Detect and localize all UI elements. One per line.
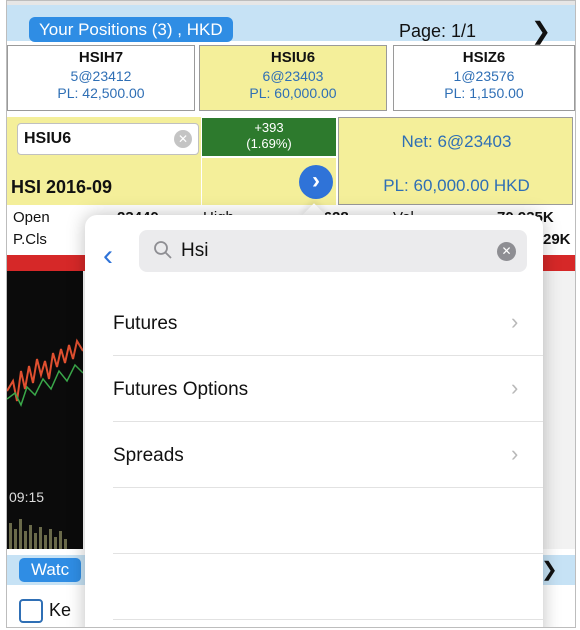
volume-bars (9, 519, 67, 549)
symbol-field[interactable]: HSIU6 ✕ (17, 123, 199, 155)
search-bar: ✕ (139, 230, 527, 272)
change-badge: +393 (1.69%) (202, 118, 336, 156)
price-chart[interactable]: 09:15 (7, 271, 83, 549)
chevron-right-icon: › (511, 441, 519, 466)
chevron-right-icon: › (511, 309, 519, 334)
volume-bar (34, 533, 37, 549)
position-qty: 1@23576 (453, 68, 515, 84)
symbol-field-value: HSIU6 (24, 130, 72, 147)
keep-checkbox[interactable] (19, 599, 43, 623)
volume-bar (9, 523, 12, 549)
empty-row (113, 489, 543, 554)
symbol-search-popover: ‹ ✕ Futures › Futures Options › Spreads … (85, 215, 543, 627)
net-position: Net: 6@23403 (401, 132, 512, 151)
position-symbol: HSIZ6 (462, 49, 506, 66)
pcls-value: 29K (543, 231, 571, 248)
position-card-hsiz6[interactable]: HSIZ6 1@23576 PL: 1,150.00 (393, 45, 575, 111)
position-card-hsiu6[interactable]: HSIU6 6@23403 PL: 60,000.00 (199, 45, 387, 111)
position-pl: PL: 42,500.00 (57, 85, 145, 101)
chart-time-label: 09:15 (9, 489, 45, 505)
position-symbol: HSIU6 (270, 49, 316, 66)
chart-right-area (543, 271, 575, 549)
empty-row (113, 555, 543, 620)
clear-search-icon[interactable]: ✕ (497, 242, 516, 261)
open-label: Open (13, 209, 50, 226)
volume-bar (44, 535, 47, 549)
watchlist-tab[interactable]: Watc (19, 558, 82, 582)
menu-item-label: Futures Options (113, 379, 249, 400)
chevron-right-icon[interactable]: ❯ (531, 17, 551, 46)
search-input[interactable] (181, 236, 481, 266)
position-pl: PL: 1,150.00 (444, 85, 524, 101)
position-pl: PL: 60,000.00 (249, 85, 337, 101)
menu-item-label: Spreads (113, 445, 184, 466)
volume-bar (59, 531, 62, 549)
position-card-hsih7[interactable]: HSIH7 5@23412 PL: 42,500.00 (7, 45, 195, 111)
chevron-right-icon: › (511, 375, 519, 400)
chevron-right-icon[interactable]: ❯ (541, 557, 558, 582)
menu-item-spreads[interactable]: Spreads › (113, 423, 543, 488)
volume-bar (49, 529, 52, 549)
volume-bar (14, 529, 17, 549)
change-value: +393 (254, 120, 284, 135)
chevron-right-circle-icon[interactable]: › (299, 165, 333, 199)
clear-icon[interactable]: ✕ (174, 130, 192, 148)
position-qty: 6@23403 (262, 68, 324, 84)
menu-item-label: Futures (113, 313, 178, 334)
price-chart-svg (7, 338, 83, 549)
search-icon (154, 241, 172, 259)
menu-item-futures[interactable]: Futures › (113, 291, 543, 356)
net-position-panel: Net: 6@23403 PL: 60,000.00 HKD (338, 117, 573, 205)
app-window: Your Positions (3) , HKD Page: 1/1 ❯ HSI… (6, 0, 576, 628)
volume-bar (39, 527, 42, 549)
volume-bar (29, 525, 32, 549)
position-symbol: HSIH7 (78, 49, 124, 66)
back-chevron-icon[interactable]: ‹ (103, 239, 125, 275)
volume-bar (54, 537, 57, 549)
change-percent: (1.69%) (246, 136, 292, 151)
volume-bar (19, 519, 22, 549)
positions-header: Your Positions (3) , HKD Page: 1/1 ❯ (7, 5, 575, 45)
pcls-label: P.Cls (13, 231, 47, 248)
volume-bar (24, 531, 27, 549)
keep-label: Ke (49, 600, 72, 620)
positions-tab[interactable]: Your Positions (3) , HKD (29, 17, 233, 42)
menu-item-futures-options[interactable]: Futures Options › (113, 357, 543, 422)
net-pl: PL: 60,000.00 HKD (383, 176, 530, 195)
volume-bar (64, 539, 67, 549)
contract-name: HSI 2016-09 (11, 177, 113, 197)
position-qty: 5@23412 (70, 68, 132, 84)
page-indicator: Page: 1/1 (399, 21, 477, 41)
